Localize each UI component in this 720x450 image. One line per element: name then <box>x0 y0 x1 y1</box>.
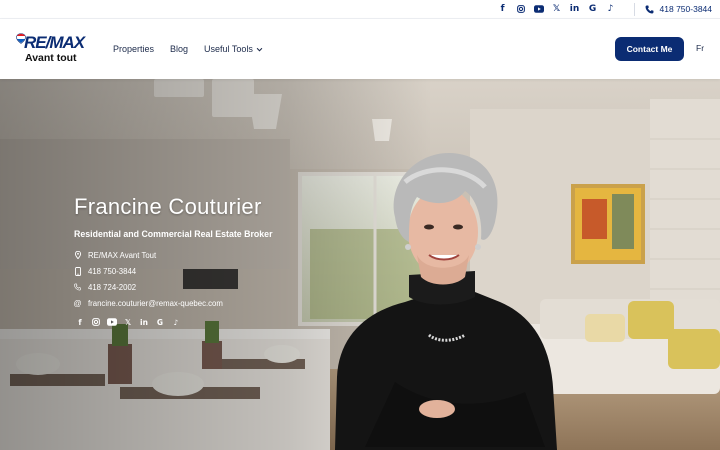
contact-me-button[interactable]: Contact Me <box>615 37 684 61</box>
mobile-line[interactable]: 418 750-3844 <box>74 265 273 277</box>
phone-number: 418 724-2002 <box>88 282 137 292</box>
google-icon[interactable]: G <box>154 316 166 328</box>
x-icon[interactable]: 𝕏 <box>122 316 134 328</box>
instagram-icon[interactable] <box>512 0 530 19</box>
chevron-down-icon <box>256 47 263 51</box>
map-pin-icon <box>74 251 81 260</box>
mobile-number: 418 750-3844 <box>88 266 137 276</box>
remax-logo[interactable]: RE/MAX Avant tout <box>16 33 94 67</box>
x-icon[interactable]: 𝕏 <box>548 0 566 19</box>
nav-properties-label: Properties <box>113 44 155 54</box>
agent-info: Francine Couturier Residential and Comme… <box>73 194 273 328</box>
nav-blog[interactable]: Blog <box>170 44 188 54</box>
logo-subtitle: Avant tout <box>25 52 77 64</box>
google-icon[interactable]: G <box>584 0 602 19</box>
youtube-icon[interactable] <box>106 316 118 328</box>
topbar-phone-number: 418 750-3844 <box>659 4 712 14</box>
nav-useful-tools-label: Useful Tools <box>204 44 253 54</box>
facebook-icon[interactable]: f <box>494 0 512 19</box>
main-nav: Properties Blog Useful Tools <box>113 19 263 79</box>
phone-icon <box>645 5 653 13</box>
youtube-icon[interactable] <box>530 0 548 19</box>
agency-name: RE/MAX Avant Tout <box>88 250 157 260</box>
linkedin-icon[interactable]: in <box>138 316 150 328</box>
topbar-divider <box>633 2 635 16</box>
language-switch[interactable]: Fr <box>696 43 704 53</box>
top-social-links: f 𝕏 in G ♪ <box>494 0 620 19</box>
agent-portrait <box>335 152 557 450</box>
email-address: francine.couturier@remax-quebec.com <box>88 298 223 308</box>
hero-section: Francine Couturier Residential and Comme… <box>0 79 720 450</box>
phone-line[interactable]: 418 724-2002 <box>74 281 273 293</box>
agency-line: RE/MAX Avant Tout <box>74 249 273 261</box>
top-bar: f 𝕏 in G ♪ 418 750-3844 <box>0 0 720 19</box>
linkedin-icon[interactable]: in <box>566 0 584 19</box>
nav-properties[interactable]: Properties <box>113 44 154 54</box>
facebook-icon[interactable]: f <box>74 316 86 328</box>
nav-useful-tools[interactable]: Useful Tools <box>204 44 263 54</box>
tiktok-icon[interactable]: ♪ <box>170 316 182 328</box>
phone-icon <box>74 283 81 292</box>
topbar-phone-link[interactable]: 418 750-3844 <box>645 4 712 14</box>
tiktok-icon[interactable]: ♪ <box>602 0 620 19</box>
main-header: RE/MAX Avant tout Properties Blog Useful… <box>0 19 720 79</box>
agent-role: Residential and Commercial Real Estate B… <box>74 229 273 239</box>
at-sign-icon: @ <box>73 298 82 308</box>
logo-brand: RE/MAX <box>24 33 85 52</box>
instagram-icon[interactable] <box>90 316 102 328</box>
agent-name: Francine Couturier <box>74 194 262 219</box>
agent-social-links: f 𝕏 in G ♪ <box>74 316 273 328</box>
mobile-phone-icon <box>74 266 81 276</box>
nav-blog-label: Blog <box>170 44 189 54</box>
email-line[interactable]: @ francine.couturier@remax-quebec.com <box>73 297 273 309</box>
